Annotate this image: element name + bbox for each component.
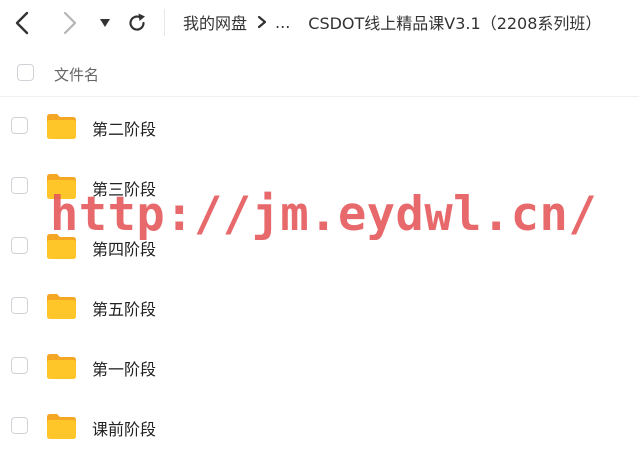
file-list: 第二阶段 第三阶段 第四阶段 第五阶段 第一阶段 课前阶段 (0, 97, 639, 457)
breadcrumb-ellipsis[interactable]: ... (275, 13, 290, 32)
file-name[interactable]: 第四阶段 (92, 236, 156, 260)
list-item[interactable]: 第三阶段 (0, 157, 639, 217)
list-header: 文件名 (0, 52, 639, 97)
file-name[interactable]: 第一阶段 (92, 356, 156, 380)
folder-icon (47, 294, 76, 319)
forward-button[interactable] (58, 10, 82, 36)
row-checkbox[interactable] (11, 357, 28, 374)
column-header-name[interactable]: 文件名 (54, 64, 99, 85)
row-checkbox[interactable] (11, 297, 28, 314)
row-checkbox[interactable] (11, 117, 28, 134)
caret-down-icon (100, 19, 110, 27)
refresh-button[interactable] (124, 10, 150, 36)
refresh-icon (129, 13, 145, 31)
breadcrumb-separator-icon (257, 15, 267, 29)
list-item[interactable]: 第四阶段 (0, 217, 639, 277)
row-checkbox[interactable] (11, 177, 28, 194)
list-item[interactable]: 课前阶段 (0, 397, 639, 457)
history-dropdown-button[interactable] (95, 12, 115, 34)
list-item[interactable]: 第一阶段 (0, 337, 639, 397)
file-name[interactable]: 第二阶段 (92, 116, 156, 140)
file-name[interactable]: 第五阶段 (92, 296, 156, 320)
list-item[interactable]: 第五阶段 (0, 277, 639, 337)
breadcrumb: 我的网盘 ... CSDOT线上精品课V3.1（2208系列班） (183, 9, 601, 35)
folder-icon (47, 354, 76, 379)
chevron-left-icon (15, 11, 29, 35)
folder-icon (47, 114, 76, 139)
folder-icon (47, 414, 76, 439)
breadcrumb-current: CSDOT线上精品课V3.1（2208系列班） (308, 14, 602, 33)
select-all-checkbox[interactable] (17, 64, 34, 81)
file-name[interactable]: 课前阶段 (92, 416, 156, 440)
folder-icon (47, 234, 76, 259)
list-item[interactable]: 第二阶段 (0, 97, 639, 157)
chevron-right-icon (63, 11, 77, 35)
row-checkbox[interactable] (11, 417, 28, 434)
back-button[interactable] (10, 10, 34, 36)
row-checkbox[interactable] (11, 237, 28, 254)
folder-icon (47, 174, 76, 199)
top-toolbar: 我的网盘 ... CSDOT线上精品课V3.1（2208系列班） (0, 0, 639, 46)
toolbar-divider (164, 9, 165, 36)
breadcrumb-root[interactable]: 我的网盘 (183, 10, 247, 34)
file-name[interactable]: 第三阶段 (92, 176, 156, 200)
